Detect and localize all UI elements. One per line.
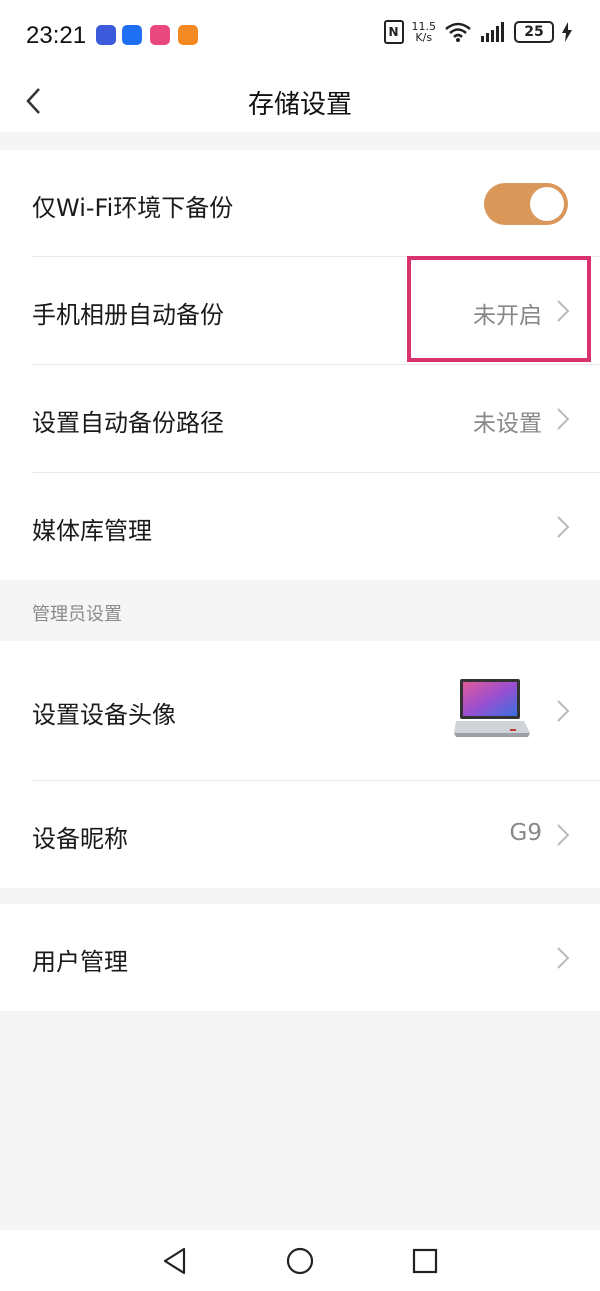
row-wifi-only-backup: 仅Wi-Fi环境下备份 bbox=[0, 150, 600, 256]
device-avatar-label: 设置设备头像 bbox=[32, 701, 176, 729]
laptop-avatar-image bbox=[454, 679, 530, 737]
speed-unit: K/s bbox=[415, 31, 433, 44]
page-header: 存储设置 bbox=[0, 72, 600, 132]
app-zhijia-icon bbox=[122, 25, 142, 45]
system-nav-bar bbox=[0, 1230, 600, 1291]
row-device-nickname[interactable]: 设备昵称 G9 bbox=[0, 781, 600, 888]
toggle-knob bbox=[530, 187, 564, 221]
row-user-management[interactable]: 用户管理 bbox=[0, 904, 600, 1011]
wifi-icon bbox=[445, 22, 471, 42]
app-tie-icon bbox=[96, 25, 116, 45]
network-speed: 11.5 K/s bbox=[412, 21, 437, 43]
row-media-library[interactable]: 媒体库管理 bbox=[0, 473, 600, 580]
app-orange-icon bbox=[178, 25, 198, 45]
status-time: 23:21 bbox=[26, 22, 87, 49]
chevron-right-icon bbox=[557, 408, 570, 430]
backup-path-value: 未设置 bbox=[473, 411, 542, 437]
chevron-right-icon bbox=[557, 824, 570, 846]
wifi-only-backup-label: 仅Wi-Fi环境下备份 bbox=[32, 194, 234, 222]
nav-home-icon[interactable] bbox=[285, 1246, 315, 1276]
page-title: 存储设置 bbox=[247, 90, 352, 120]
chevron-right-icon bbox=[557, 516, 570, 538]
nfc-icon: N bbox=[383, 20, 404, 44]
backup-settings-group: 仅Wi-Fi环境下备份 手机相册自动备份 未开启 设置自动备份路径 未设置 媒体… bbox=[0, 150, 600, 580]
nav-back-icon[interactable] bbox=[160, 1246, 190, 1276]
row-backup-path[interactable]: 设置自动备份路径 未设置 bbox=[0, 365, 600, 472]
chevron-right-icon bbox=[557, 700, 570, 722]
app-lala-icon bbox=[150, 25, 170, 45]
chevron-right-icon bbox=[557, 947, 570, 969]
battery-icon: 25 bbox=[514, 21, 554, 43]
admin-section-heading: 管理员设置 bbox=[32, 604, 122, 625]
signal-icon bbox=[481, 22, 504, 42]
album-auto-backup-label: 手机相册自动备份 bbox=[32, 301, 224, 329]
nav-recents-icon[interactable] bbox=[410, 1246, 440, 1276]
media-library-label: 媒体库管理 bbox=[32, 517, 152, 545]
charging-icon bbox=[562, 22, 572, 42]
user-group: 用户管理 bbox=[0, 904, 600, 1011]
wifi-only-toggle[interactable] bbox=[484, 183, 568, 225]
status-bar: 23:21 N 11.5 K/s 25 bbox=[0, 0, 600, 72]
highlight-box bbox=[407, 256, 591, 362]
device-nickname-label: 设备昵称 bbox=[32, 825, 128, 853]
user-management-label: 用户管理 bbox=[32, 948, 128, 976]
backup-path-label: 设置自动备份路径 bbox=[32, 409, 224, 437]
device-nickname-value: G9 bbox=[509, 820, 542, 846]
